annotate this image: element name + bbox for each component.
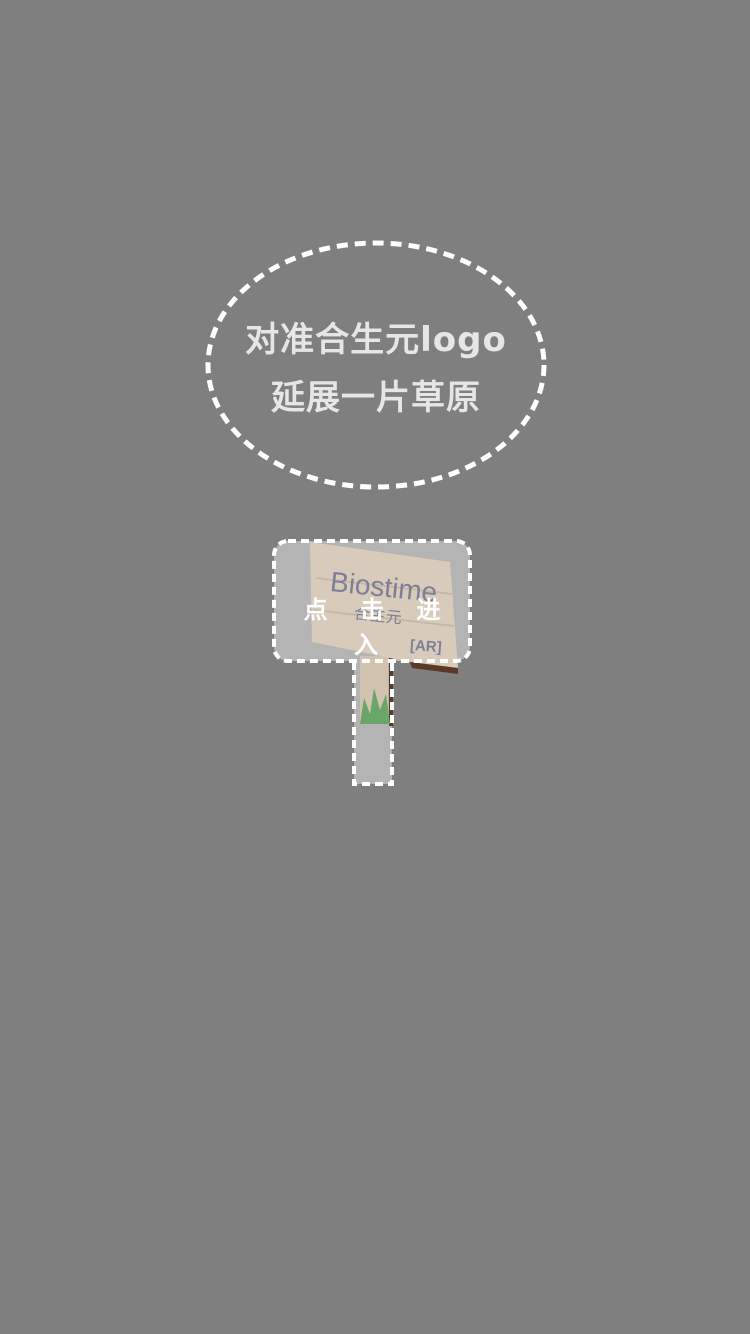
enter-button-label: 点 击 进 入 (303, 596, 453, 659)
ar-scan-screen: 对准合生元logo 延展一片草原 Biostime 合生元 [AR] 点 击 进… (0, 0, 750, 1334)
enter-signboard-button[interactable]: Biostime 合生元 [AR] 点 击 进 入 (272, 538, 474, 788)
scan-hint-line1: 对准合生元logo (245, 320, 507, 360)
scan-hint-line2: 延展一片草原 (271, 378, 481, 418)
dashed-ellipse-outline (205, 240, 547, 490)
scan-target-ellipse: 对准合生元logo 延展一片草原 (205, 240, 547, 490)
